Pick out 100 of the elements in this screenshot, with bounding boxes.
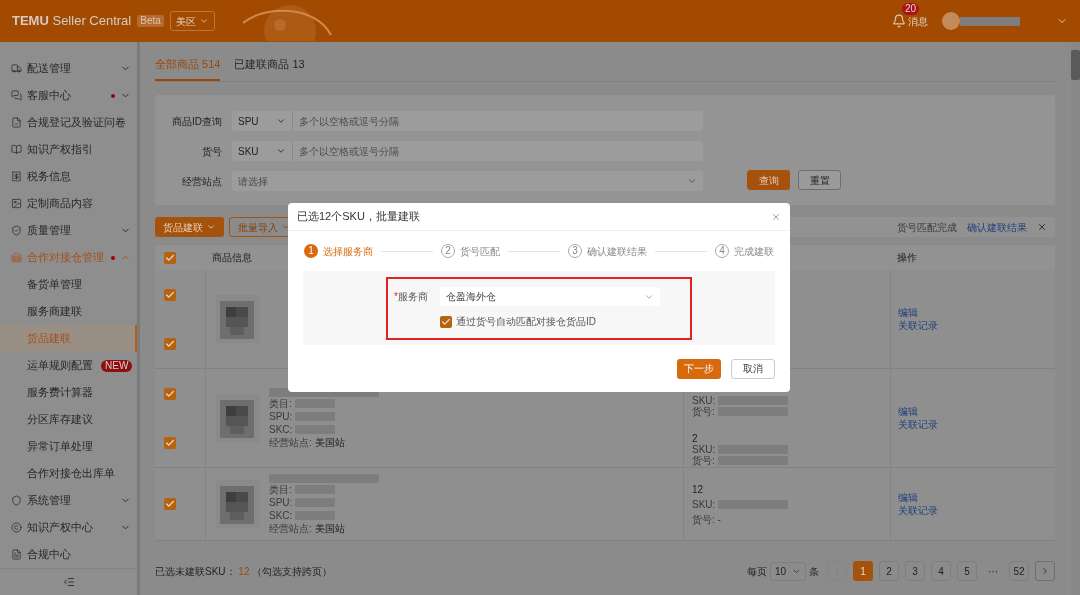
close-icon[interactable] xyxy=(1037,222,1047,232)
sidebar-item[interactable]: 定制商品内容 xyxy=(0,190,137,217)
chevron-right-icon xyxy=(1040,566,1050,576)
redaction-bar xyxy=(960,16,1020,26)
checkbox[interactable] xyxy=(164,498,176,510)
sidebar-item[interactable]: 税务信息 xyxy=(0,163,137,190)
info-label: SKC: xyxy=(269,509,293,522)
chat-icon xyxy=(11,90,22,101)
filter-label: 经营站点 xyxy=(182,174,222,189)
sidebar-item[interactable]: 质量管理 xyxy=(0,217,137,244)
cancel-button[interactable]: 取消 xyxy=(731,358,775,379)
copyright-icon xyxy=(11,522,22,533)
message-count-badge: 20 xyxy=(902,2,920,15)
shield-check-icon xyxy=(11,225,22,236)
sidebar-subitem[interactable]: 分区库存建议 xyxy=(0,406,137,433)
checkbox[interactable] xyxy=(164,436,176,449)
sku-label: SKU: xyxy=(692,498,716,510)
sku-label: 货号: xyxy=(692,455,715,466)
action-link[interactable]: 关联记录 xyxy=(898,418,938,431)
sidebar-subitem[interactable]: 服务费计算器 xyxy=(0,379,137,406)
confirm-result-link[interactable]: 确认建联结果 xyxy=(967,219,1027,235)
bell-icon[interactable] xyxy=(892,14,906,28)
action-link[interactable]: 编辑 xyxy=(898,405,918,418)
sku-label: 货号: xyxy=(692,406,715,417)
sidebar-subitem[interactable]: 合作对接仓出库单 xyxy=(0,460,137,487)
chevron-down-icon xyxy=(276,146,286,156)
sku-count: 12 xyxy=(692,483,705,495)
sidebar-subitem[interactable]: 运单规则配置 NEW xyxy=(0,352,137,379)
page-button[interactable]: 1 xyxy=(853,561,873,581)
pagination-ellipsis: ··· xyxy=(987,564,999,579)
reset-button[interactable]: 重置 xyxy=(798,170,841,190)
step: 3 确认建联结果 xyxy=(568,243,647,259)
link-goods-button[interactable]: 货品建联 xyxy=(155,217,224,237)
sku-label: SKU: xyxy=(692,395,716,406)
id-type-select[interactable]: SPU xyxy=(232,111,292,131)
chevron-down-icon xyxy=(276,116,286,126)
region-dropdown[interactable]: 美区 xyxy=(169,11,215,31)
sidebar-item[interactable]: 知识产权指引 xyxy=(0,136,137,163)
chevron-down-icon xyxy=(687,176,697,186)
sidebar-item[interactable]: 系统管理 xyxy=(0,487,137,514)
new-badge: NEW xyxy=(101,359,133,372)
sidebar-item[interactable]: 配送管理 xyxy=(0,55,137,82)
query-button[interactable]: 查询 xyxy=(747,170,790,190)
sidebar-item[interactable]: 知识产权中心 xyxy=(0,514,137,541)
site-dropdown[interactable]: 请选择 xyxy=(232,171,703,191)
action-link[interactable]: 编辑 xyxy=(898,491,918,504)
dialog-title: 已选12个SKU，批量建联 xyxy=(297,209,420,225)
info-value: 美国站 xyxy=(314,522,345,535)
sidebar-item[interactable]: 合规登记及验证问卷 xyxy=(0,109,137,136)
sidebar-subitem[interactable]: 服务商建联 xyxy=(0,298,137,325)
chevron-down-icon xyxy=(198,16,209,26)
page-size-select[interactable]: 10 xyxy=(770,561,806,581)
filter-label: 货号 xyxy=(202,144,222,159)
info-label: 类目: xyxy=(269,397,292,410)
page-button[interactable]: 5 xyxy=(957,561,977,581)
messages-label[interactable]: 消息 xyxy=(908,13,928,29)
sku-label: 货号: - xyxy=(692,513,721,525)
sidebar-item[interactable]: 合规中心 xyxy=(0,541,137,568)
id-type-select[interactable]: SKU xyxy=(232,141,292,161)
checkbox[interactable] xyxy=(164,288,176,301)
truck-icon xyxy=(11,63,22,74)
image-icon xyxy=(11,198,22,209)
field-label: *服务商 xyxy=(394,290,429,304)
info-label: SPU: xyxy=(269,410,293,423)
info-label: SPU: xyxy=(269,496,293,509)
collapse-menu-icon[interactable] xyxy=(62,576,75,588)
next-step-button[interactable]: 下一步 xyxy=(677,358,721,379)
search-field[interactable]: 多个以空格或逗号分隔 xyxy=(292,141,703,161)
page-button[interactable]: 3 xyxy=(905,561,925,581)
checkbox[interactable] xyxy=(440,315,452,328)
document-icon xyxy=(11,549,22,560)
action-link[interactable]: 关联记录 xyxy=(898,504,938,517)
info-value: 美国站 xyxy=(314,436,345,449)
column-header: 操作 xyxy=(896,251,917,265)
action-link[interactable]: 编辑 xyxy=(898,306,918,319)
checkbox[interactable] xyxy=(164,337,176,350)
sidebar-subitem[interactable]: 异常订单处理 xyxy=(0,433,137,460)
search-field[interactable]: 多个以空格或逗号分隔 xyxy=(292,111,703,131)
step: 1 选择服务商 xyxy=(304,243,373,259)
book-icon xyxy=(11,144,22,155)
checkbox-label: 通过货号自动匹配对接仓货品ID xyxy=(456,315,596,329)
checkbox[interactable] xyxy=(164,387,176,400)
column-header: 商品信息 xyxy=(212,251,252,265)
page-button[interactable]: 52 xyxy=(1009,561,1029,581)
avatar[interactable] xyxy=(942,12,960,30)
close-icon[interactable] xyxy=(771,211,781,222)
filter-label: 商品ID查询 xyxy=(172,114,222,129)
selection-summary: 已选未建联SKU： 12 （勾选支持跨页） xyxy=(155,564,333,579)
warehouse-icon xyxy=(11,252,22,263)
step: 2 货号匹配 xyxy=(441,243,500,259)
tab[interactable]: 已建联商品 13 xyxy=(234,55,305,81)
action-link[interactable]: 关联记录 xyxy=(898,319,938,332)
provider-select[interactable]: 仓盈海外仓 xyxy=(440,287,660,306)
per-page-label: 每页 xyxy=(747,564,767,579)
page-button[interactable]: 2 xyxy=(879,561,899,581)
checkbox[interactable] xyxy=(164,251,176,264)
sidebar-item[interactable]: 客服中心 xyxy=(0,82,137,109)
info-label: SKC: xyxy=(269,423,293,436)
sidebar-subitem[interactable]: 备货单管理 xyxy=(0,271,137,298)
page-button[interactable]: 4 xyxy=(931,561,951,581)
